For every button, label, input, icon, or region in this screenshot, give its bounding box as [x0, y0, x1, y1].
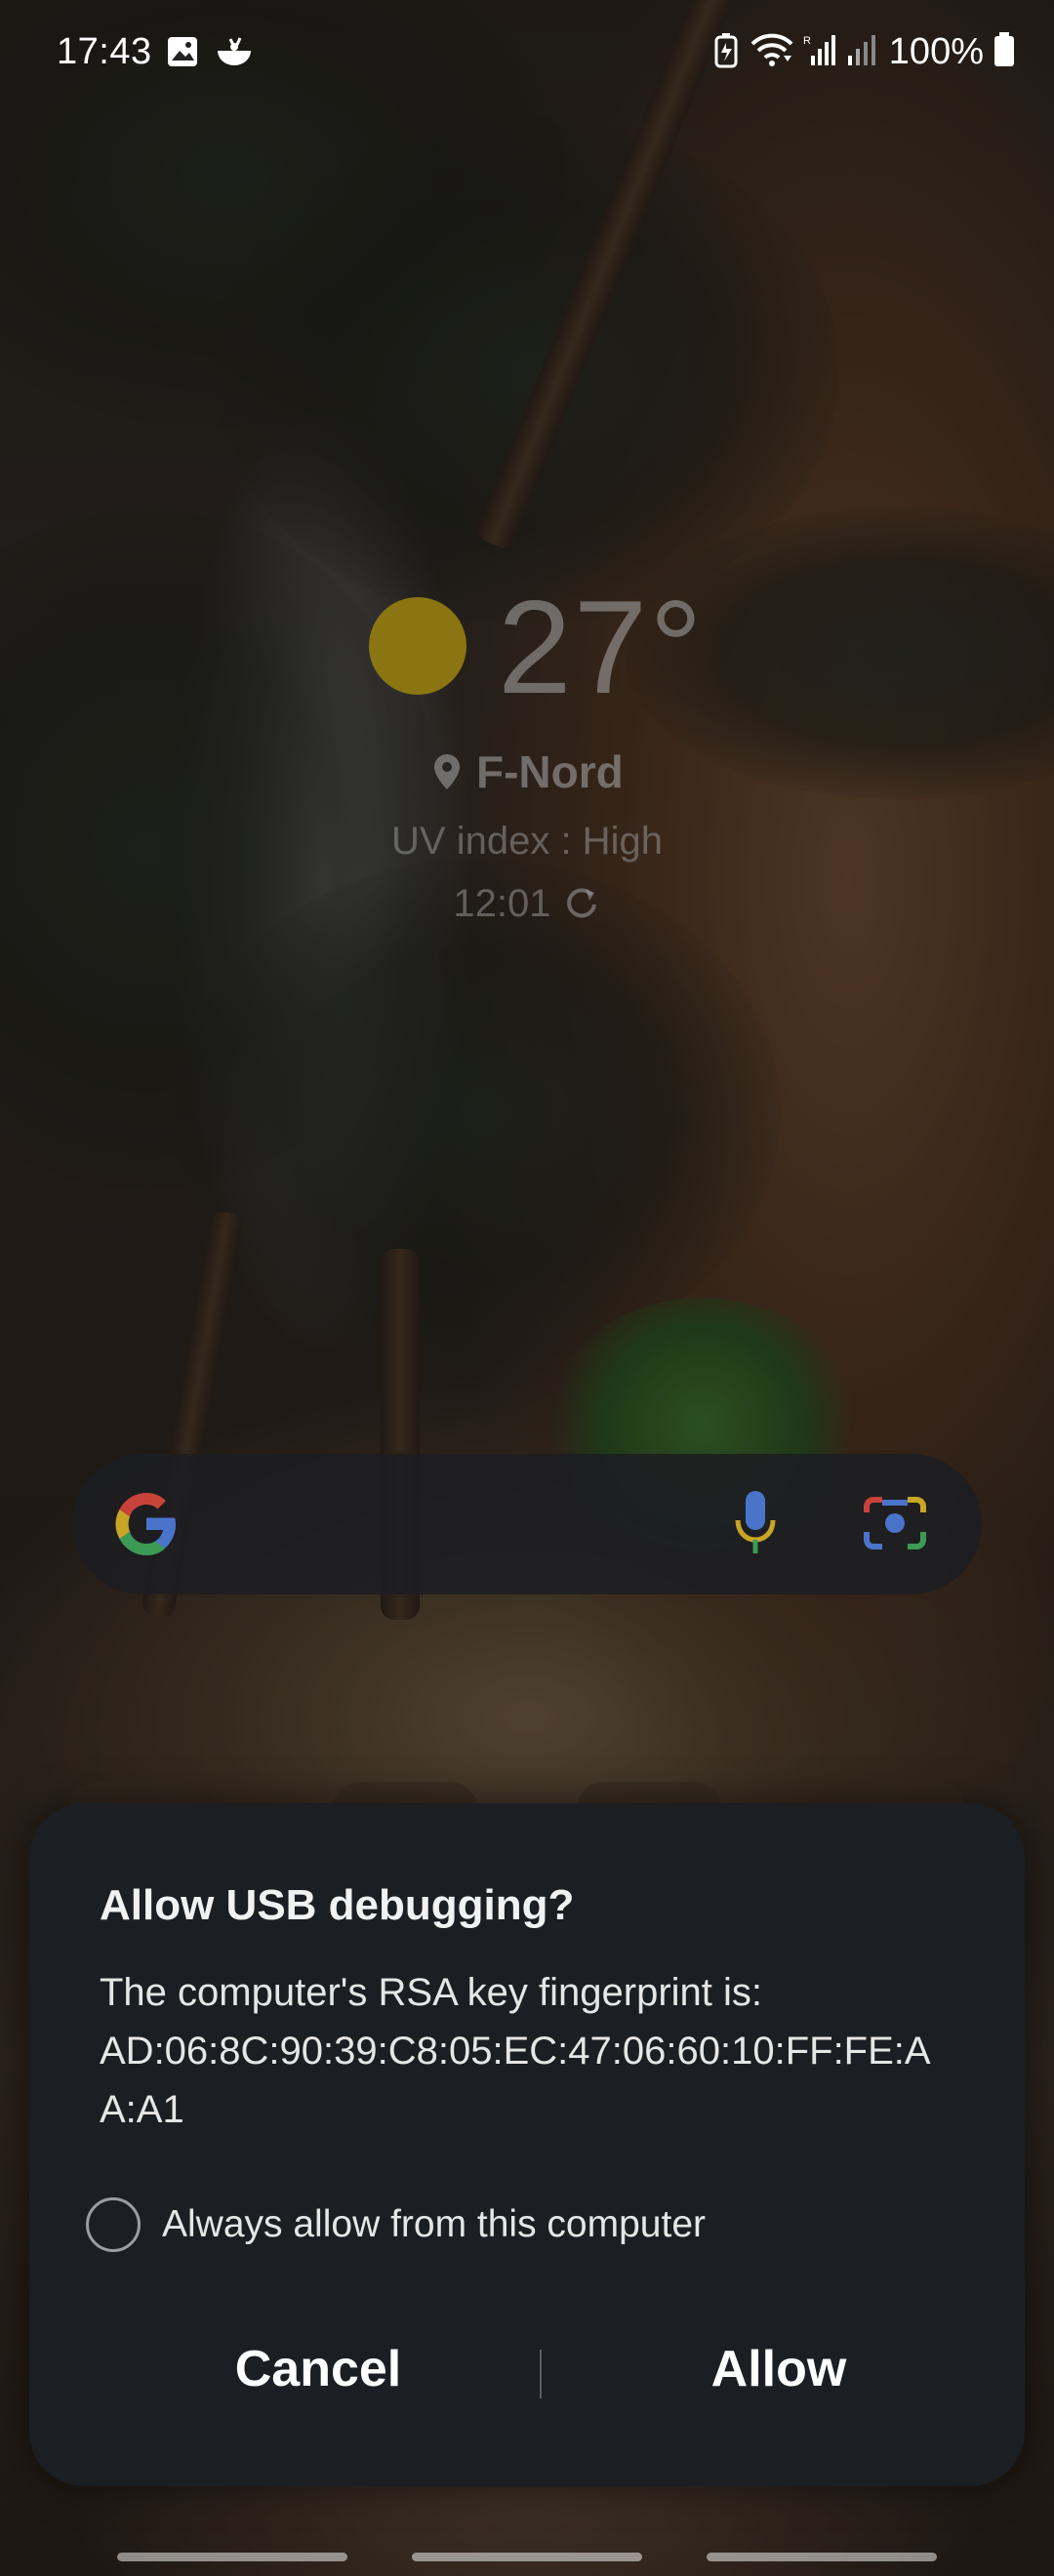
rsa-fingerprint: AD:06:8C:90:39:C8:05:EC:47:06:60:10:FF:F… [100, 2030, 931, 2073]
weather-location: F-Nord [0, 745, 1054, 798]
google-logo-icon [109, 1487, 183, 1566]
dialog-message-line: The computer's RSA key fingerprint is: [100, 1971, 763, 2014]
weather-temperature: 27° [498, 573, 705, 721]
dialog-title: Allow USB debugging? [100, 1881, 575, 1929]
battery-icon [993, 32, 1015, 72]
refresh-icon[interactable] [562, 882, 601, 925]
lens-camera-icon[interactable] [863, 1493, 927, 1558]
location-label: F-Nord [476, 746, 624, 797]
usb-debugging-dialog: Allow USB debugging? The computer's RSA … [29, 1803, 1025, 2486]
allow-button[interactable]: Allow [564, 2320, 993, 2418]
wifi-icon [750, 32, 793, 72]
updated-time: 12:01 [453, 882, 551, 925]
status-bar: 17:43 R 100% [0, 0, 1054, 113]
dialog-message: The computer's RSA key fingerprint is: A… [100, 1963, 978, 2139]
button-divider [540, 2350, 542, 2398]
nav-home-handle[interactable] [412, 2553, 642, 2561]
food-icon [215, 35, 254, 73]
status-right-icons: R 100% [711, 31, 1015, 73]
weather-updated: 12:01 [0, 882, 1054, 926]
signal-icon: R [803, 32, 836, 72]
cancel-button[interactable]: Cancel [103, 2320, 533, 2418]
always-allow-checkbox[interactable] [86, 2197, 141, 2252]
battery-percentage: 100% [888, 31, 984, 72]
nav-back-handle[interactable] [707, 2553, 937, 2561]
signal-weak-icon [846, 32, 879, 72]
battery-saver-icon [711, 31, 741, 73]
nav-recents-handle[interactable] [117, 2553, 347, 2561]
location-pin-icon [430, 746, 476, 797]
always-allow-option[interactable]: Always allow from this computer [86, 2197, 706, 2252]
status-time: 17:43 [57, 31, 152, 72]
gallery-icon [166, 35, 199, 73]
microphone-icon[interactable] [732, 1487, 779, 1566]
status-left-icons [166, 35, 254, 73]
google-search-bar[interactable] [72, 1454, 982, 1594]
uv-index: UV index : High [391, 820, 663, 863]
rsa-fingerprint-continued: A:A1 [100, 2088, 184, 2131]
always-allow-label[interactable]: Always allow from this computer [162, 2203, 706, 2246]
svg-text:R: R [803, 35, 811, 47]
sun-icon [369, 597, 466, 695]
